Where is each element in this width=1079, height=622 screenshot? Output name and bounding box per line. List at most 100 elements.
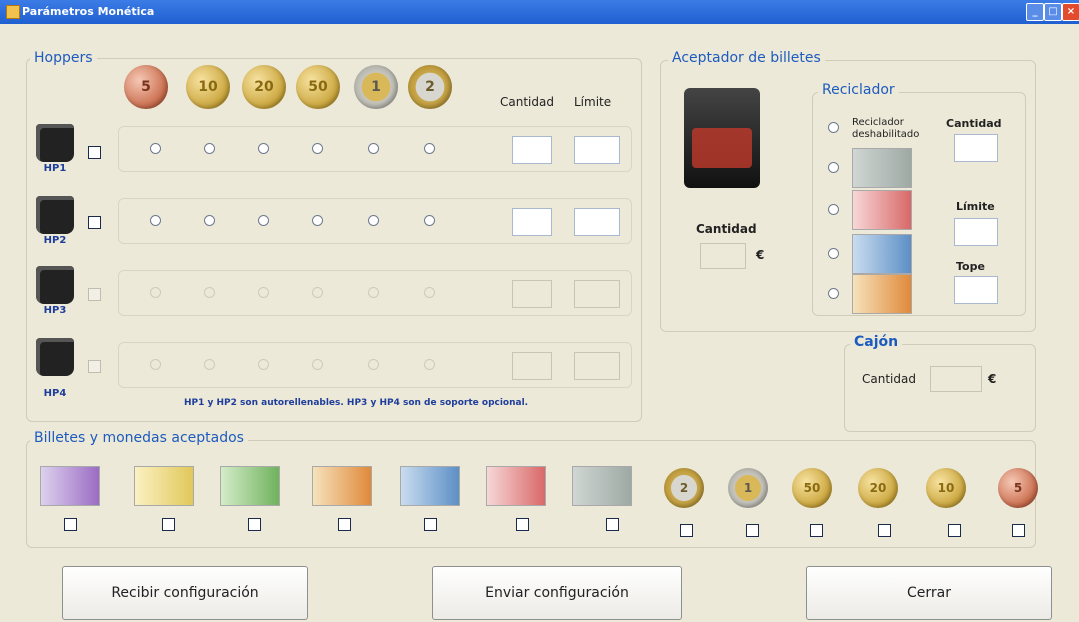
hopper-1-label: HP1: [43, 163, 67, 174]
bill-100-checkbox[interactable]: [248, 518, 261, 531]
hopper-3-coin-1-radio[interactable]: [368, 287, 379, 298]
accepted-coin-50-icon: 50: [792, 468, 832, 508]
acceptor-cantidad-input[interactable]: [700, 243, 746, 269]
maximize-icon[interactable]: □: [1044, 3, 1062, 21]
coin-20-icon: 20: [242, 65, 286, 109]
hopper-2-coin-2-radio[interactable]: [424, 215, 435, 226]
coin-1-icon: 1: [354, 65, 398, 109]
bill-200-checkbox[interactable]: [162, 518, 175, 531]
coin-10-checkbox[interactable]: [948, 524, 961, 537]
hopper-1-coin-50-radio[interactable]: [312, 143, 323, 154]
hoppers-legend: Hoppers: [30, 50, 97, 66]
bill-acceptor-image: [684, 88, 760, 188]
recycler-cantidad-input[interactable]: [954, 134, 998, 162]
bill-20-checkbox[interactable]: [424, 518, 437, 531]
bill-500-image: [40, 466, 100, 506]
accepted-coin-20-icon: 20: [858, 468, 898, 508]
hopper-2-limite-input[interactable]: [574, 208, 620, 236]
close-button[interactable]: Cerrar: [806, 566, 1052, 620]
hopper-4-coin-20-radio[interactable]: [258, 359, 269, 370]
recycler-limite-label: Límite: [956, 200, 995, 213]
hopper-3-coin-2-radio[interactable]: [424, 287, 435, 298]
window-title: Parámetros Monética: [22, 5, 155, 18]
coin-50-icon: 50: [296, 65, 340, 109]
hopper-1-checkbox[interactable]: [88, 146, 101, 159]
hopper-3-checkbox[interactable]: [88, 288, 101, 301]
receive-config-button[interactable]: Recibir configuración: [62, 566, 308, 620]
recycler-disabled-radio[interactable]: [828, 122, 839, 133]
coin-2-icon: 2: [408, 65, 452, 109]
coin-10-icon: 10: [186, 65, 230, 109]
acceptor-legend: Aceptador de billetes: [668, 50, 825, 66]
bill-50-checkbox[interactable]: [338, 518, 351, 531]
hopper-2-coin-10-radio[interactable]: [204, 215, 215, 226]
hopper-4-coin-5-radio[interactable]: [150, 359, 161, 370]
coin-5-icon: 5: [124, 65, 168, 109]
hopper-4-coin-2-radio[interactable]: [424, 359, 435, 370]
bill-5-checkbox[interactable]: [606, 518, 619, 531]
cajon-euro-symbol: €: [988, 372, 997, 386]
recycler-legend: Reciclador: [818, 82, 899, 98]
recycler-note-10-radio[interactable]: [828, 204, 839, 215]
hopper-3-coin-20-radio[interactable]: [258, 287, 269, 298]
bill-100-image: [220, 466, 280, 506]
recycler-note-50-image: [852, 274, 912, 314]
bill-10-image: [486, 466, 546, 506]
acceptor-euro-symbol: €: [756, 248, 765, 262]
hopper-1-coin-10-radio[interactable]: [204, 143, 215, 154]
recycler-note-50-radio[interactable]: [828, 288, 839, 299]
hopper-3-cantidad-input[interactable]: [512, 280, 552, 308]
hopper-4-cantidad-input[interactable]: [512, 352, 552, 380]
hopper-4-icon: [36, 338, 74, 376]
hopper-2-cantidad-input[interactable]: [512, 208, 552, 236]
hopper-3-label: HP3: [43, 305, 67, 316]
bill-10-checkbox[interactable]: [516, 518, 529, 531]
hopper-4-coin-1-radio[interactable]: [368, 359, 379, 370]
coin-1-checkbox[interactable]: [746, 524, 759, 537]
hopper-3-limite-input[interactable]: [574, 280, 620, 308]
hopper-1-icon: [36, 124, 74, 162]
hopper-1-coin-1-radio[interactable]: [368, 143, 379, 154]
hopper-1-cantidad-input[interactable]: [512, 136, 552, 164]
hopper-3-coin-5-radio[interactable]: [150, 287, 161, 298]
recycler-tope-input[interactable]: [954, 276, 998, 304]
coin-20-checkbox[interactable]: [878, 524, 891, 537]
accepted-coin-5-icon: 5: [998, 468, 1038, 508]
recycler-tope-label: Tope: [956, 260, 985, 273]
hopper-4-coin-10-radio[interactable]: [204, 359, 215, 370]
bill-50-image: [312, 466, 372, 506]
recycler-limite-input[interactable]: [954, 218, 998, 246]
hopper-2-coin-5-radio[interactable]: [150, 215, 161, 226]
app-icon: [6, 5, 20, 19]
hopper-2-coin-1-radio[interactable]: [368, 215, 379, 226]
recycler-note-5-radio[interactable]: [828, 162, 839, 173]
recycler-note-20-radio[interactable]: [828, 248, 839, 259]
hopper-4-coin-50-radio[interactable]: [312, 359, 323, 370]
cajon-legend: Cajón: [850, 334, 903, 350]
send-config-button[interactable]: Enviar configuración: [432, 566, 682, 620]
accepted-coin-1-icon: 1: [728, 468, 768, 508]
cajon-cantidad-input[interactable]: [930, 366, 982, 392]
window-title-bar: Parámetros Monética _ □ ×: [0, 0, 1079, 24]
hopper-1-limite-input[interactable]: [574, 136, 620, 164]
coin-50-checkbox[interactable]: [810, 524, 823, 537]
close-window-icon[interactable]: ×: [1062, 3, 1079, 21]
coin-5-checkbox[interactable]: [1012, 524, 1025, 537]
hopper-1-coin-20-radio[interactable]: [258, 143, 269, 154]
hopper-3-icon: [36, 266, 74, 304]
hopper-2-checkbox[interactable]: [88, 216, 101, 229]
hopper-2-coin-20-radio[interactable]: [258, 215, 269, 226]
hopper-1-coin-2-radio[interactable]: [424, 143, 435, 154]
recycler-note-10-image: [852, 190, 912, 230]
hopper-3-coin-50-radio[interactable]: [312, 287, 323, 298]
hopper-4-checkbox[interactable]: [88, 360, 101, 373]
hopper-1-coin-5-radio[interactable]: [150, 143, 161, 154]
hopper-2-label: HP2: [43, 235, 67, 246]
coin-2-checkbox[interactable]: [680, 524, 693, 537]
bill-500-checkbox[interactable]: [64, 518, 77, 531]
hopper-2-coin-50-radio[interactable]: [312, 215, 323, 226]
minimize-icon[interactable]: _: [1026, 3, 1044, 21]
hopper-3-coin-10-radio[interactable]: [204, 287, 215, 298]
hopper-4-limite-input[interactable]: [574, 352, 620, 380]
hoppers-limite-header: Límite: [574, 95, 612, 109]
